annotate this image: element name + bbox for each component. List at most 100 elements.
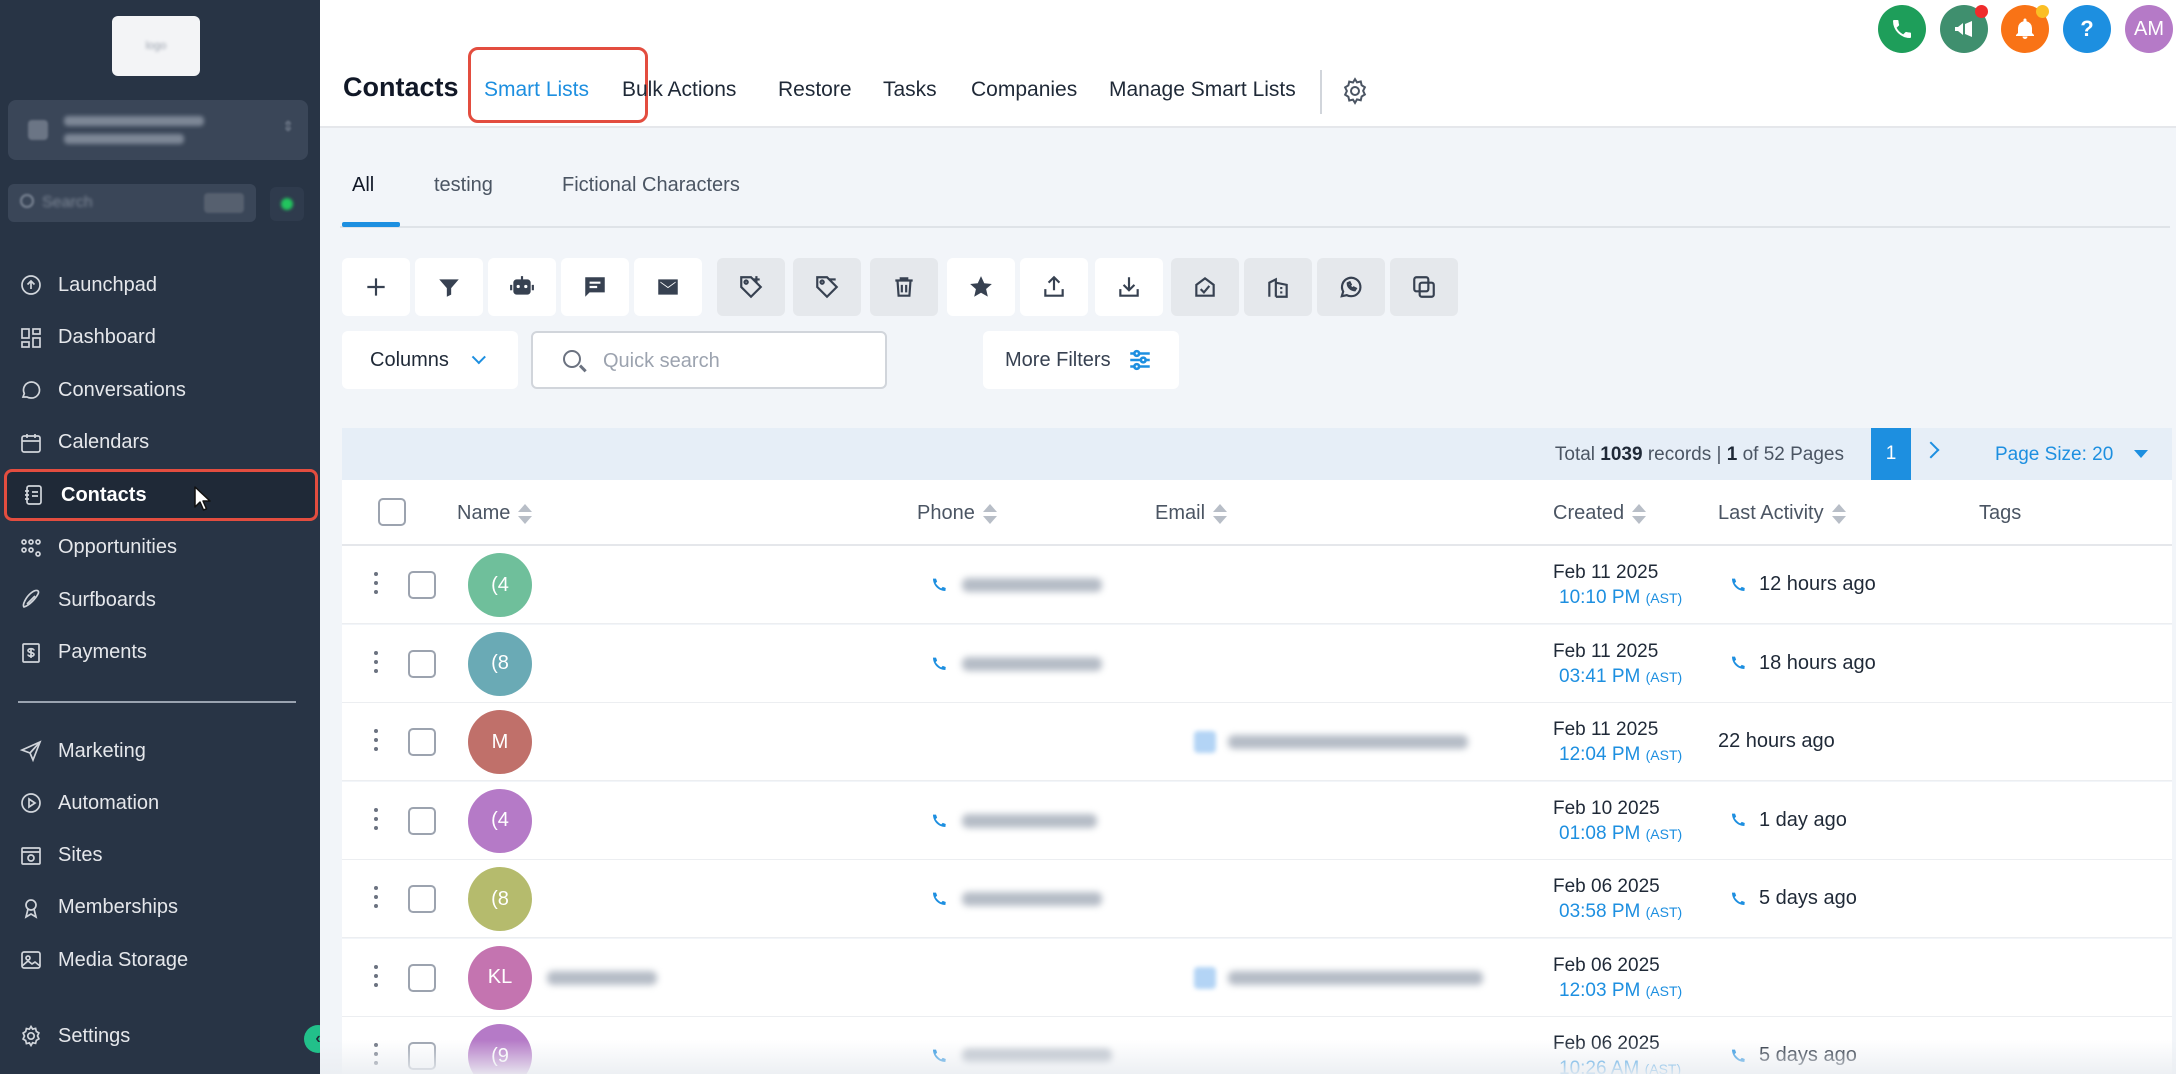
phone-button[interactable] [1878, 5, 1926, 53]
sidebar-search[interactable]: Search [8, 184, 256, 222]
sidebar-item-media-storage[interactable]: Media Storage [0, 934, 318, 986]
table-row[interactable]: KL Feb 06 2025 12:03 PM (AST) [342, 938, 2172, 1017]
sort-icon[interactable] [1213, 503, 1228, 524]
row-checkbox[interactable] [408, 806, 436, 835]
page-size-select[interactable]: Page Size: 20 [1995, 444, 2113, 466]
sidebar-item-sites[interactable]: Sites [0, 830, 318, 882]
contact-avatar[interactable]: (4 [468, 553, 532, 617]
contact-avatar[interactable]: (8 [468, 631, 532, 696]
sidebar-item-settings[interactable]: Settings [0, 1010, 318, 1062]
row-checkbox[interactable] [408, 963, 436, 992]
sidebar-item-memberships[interactable]: Memberships [0, 882, 318, 934]
row-actions-icon[interactable] [374, 729, 378, 755]
whatsapp-button[interactable] [1317, 258, 1385, 316]
subtab-all[interactable]: All [352, 174, 374, 197]
sort-icon[interactable] [982, 503, 997, 524]
contact-name-redacted[interactable] [547, 970, 657, 985]
quick-action-button[interactable] [270, 187, 304, 221]
email-icon[interactable] [1194, 731, 1216, 753]
table-row[interactable]: (8 Feb 11 2025 03:41 PM (AST) 18 hours ago [342, 624, 2172, 703]
export-contacts-button[interactable] [1020, 258, 1088, 316]
select-all-checkbox[interactable] [378, 498, 406, 526]
contact-avatar[interactable]: M [468, 710, 532, 774]
column-header-last-activity[interactable]: Last Activity [1718, 502, 1846, 525]
column-header-phone[interactable]: Phone [917, 502, 997, 525]
phone-icon[interactable] [930, 655, 948, 673]
phone-icon[interactable] [930, 576, 948, 594]
sidebar-item-surfboards[interactable]: Surfboards [0, 574, 318, 626]
sidebar-item-automation[interactable]: Automation [0, 777, 318, 829]
row-actions-icon[interactable] [374, 807, 378, 834]
sidebar-item-launchpad[interactable]: Launchpad [0, 259, 318, 311]
add-to-company-button[interactable] [1244, 258, 1312, 316]
table-row[interactable]: (4 Feb 10 2025 01:08 PM (AST) 1 day ago [342, 781, 2172, 860]
row-checkbox[interactable] [408, 571, 436, 599]
sidebar-item-contacts[interactable]: Contacts [4, 469, 318, 521]
import-contacts-button[interactable] [1095, 258, 1163, 316]
tab-manage-smart-lists[interactable]: Manage Smart Lists [1109, 78, 1296, 102]
table-row[interactable]: (8 Feb 06 2025 03:58 PM (AST) 5 days ago [342, 860, 2172, 938]
tab-restore[interactable]: Restore [778, 78, 852, 102]
phone-number-redacted[interactable] [962, 892, 1102, 906]
add-contact-button[interactable] [342, 258, 410, 316]
send-email-button[interactable] [634, 258, 702, 316]
send-review-button[interactable] [1171, 258, 1239, 316]
email-redacted[interactable] [1228, 970, 1483, 985]
account-switcher[interactable]: ⇕ [8, 100, 308, 160]
announcements-button[interactable] [1940, 5, 1988, 53]
table-row[interactable]: M Feb 11 2025 12:04 PM (AST) 22 hours ago [342, 703, 2172, 781]
sidebar-item-payments[interactable]: Payments [0, 627, 318, 679]
row-actions-icon[interactable] [374, 886, 378, 912]
delete-contacts-button[interactable] [870, 258, 938, 316]
row-actions-icon[interactable] [374, 650, 378, 677]
row-actions-icon[interactable] [374, 964, 378, 991]
row-checkbox[interactable] [408, 728, 436, 756]
subtab-testing[interactable]: testing [434, 174, 493, 197]
quick-search-input[interactable] [603, 345, 873, 377]
settings-gear-icon[interactable] [1340, 76, 1370, 106]
row-actions-icon[interactable] [374, 572, 378, 598]
phone-number-redacted[interactable] [962, 656, 1102, 671]
tab-companies[interactable]: Companies [971, 78, 1077, 102]
sort-icon[interactable] [518, 503, 533, 524]
send-sms-button[interactable] [561, 258, 629, 316]
row-checkbox[interactable] [408, 649, 436, 678]
sidebar-item-opportunities[interactable]: Opportunities [0, 522, 318, 574]
contact-avatar[interactable]: KL [468, 945, 532, 1010]
quick-search[interactable] [531, 331, 887, 389]
agency-logo[interactable]: logo [112, 16, 200, 76]
table-row[interactable]: (4 Feb 11 2025 10:10 PM (AST) 12 hours ago [342, 546, 2172, 624]
email-icon[interactable] [1194, 966, 1216, 989]
sidebar-item-calendars[interactable]: Calendars [0, 417, 318, 469]
help-button[interactable]: ? [2063, 5, 2111, 53]
review-request-button[interactable] [947, 258, 1015, 316]
column-header-created[interactable]: Created [1553, 502, 1647, 525]
page-1-button[interactable]: 1 [1871, 428, 1911, 480]
phone-icon[interactable] [930, 890, 948, 908]
sidebar-item-dashboard[interactable]: Dashboard [0, 312, 318, 364]
phone-number-redacted[interactable] [962, 578, 1102, 592]
sidebar-item-marketing[interactable]: Marketing [0, 725, 318, 777]
columns-dropdown[interactable]: Columns [342, 331, 518, 389]
email-redacted[interactable] [1228, 735, 1468, 749]
notifications-button[interactable] [2001, 5, 2049, 53]
tab-bulk-actions[interactable]: Bulk Actions [622, 78, 736, 102]
remove-tag-button[interactable] [793, 258, 861, 316]
contact-avatar[interactable]: (4 [468, 788, 532, 853]
row-checkbox[interactable] [408, 885, 436, 913]
merge-contacts-button[interactable] [1390, 258, 1458, 316]
tab-tasks[interactable]: Tasks [883, 78, 937, 102]
sort-icon[interactable] [1632, 503, 1647, 524]
subtab-fictional-characters[interactable]: Fictional Characters [562, 174, 740, 197]
sort-icon[interactable] [1831, 503, 1846, 524]
add-to-workflow-button[interactable] [488, 258, 556, 316]
user-avatar[interactable]: AM [2125, 5, 2173, 53]
contact-avatar[interactable]: (8 [468, 867, 532, 931]
tab-smart-lists[interactable]: Smart Lists [484, 78, 589, 102]
filter-button[interactable] [415, 258, 483, 316]
caret-down-icon[interactable] [2134, 450, 2148, 458]
add-tag-button[interactable] [717, 258, 785, 316]
column-header-email[interactable]: Email [1155, 502, 1228, 525]
next-page-icon[interactable] [1922, 441, 1940, 459]
more-filters-button[interactable]: More Filters [983, 331, 1179, 389]
